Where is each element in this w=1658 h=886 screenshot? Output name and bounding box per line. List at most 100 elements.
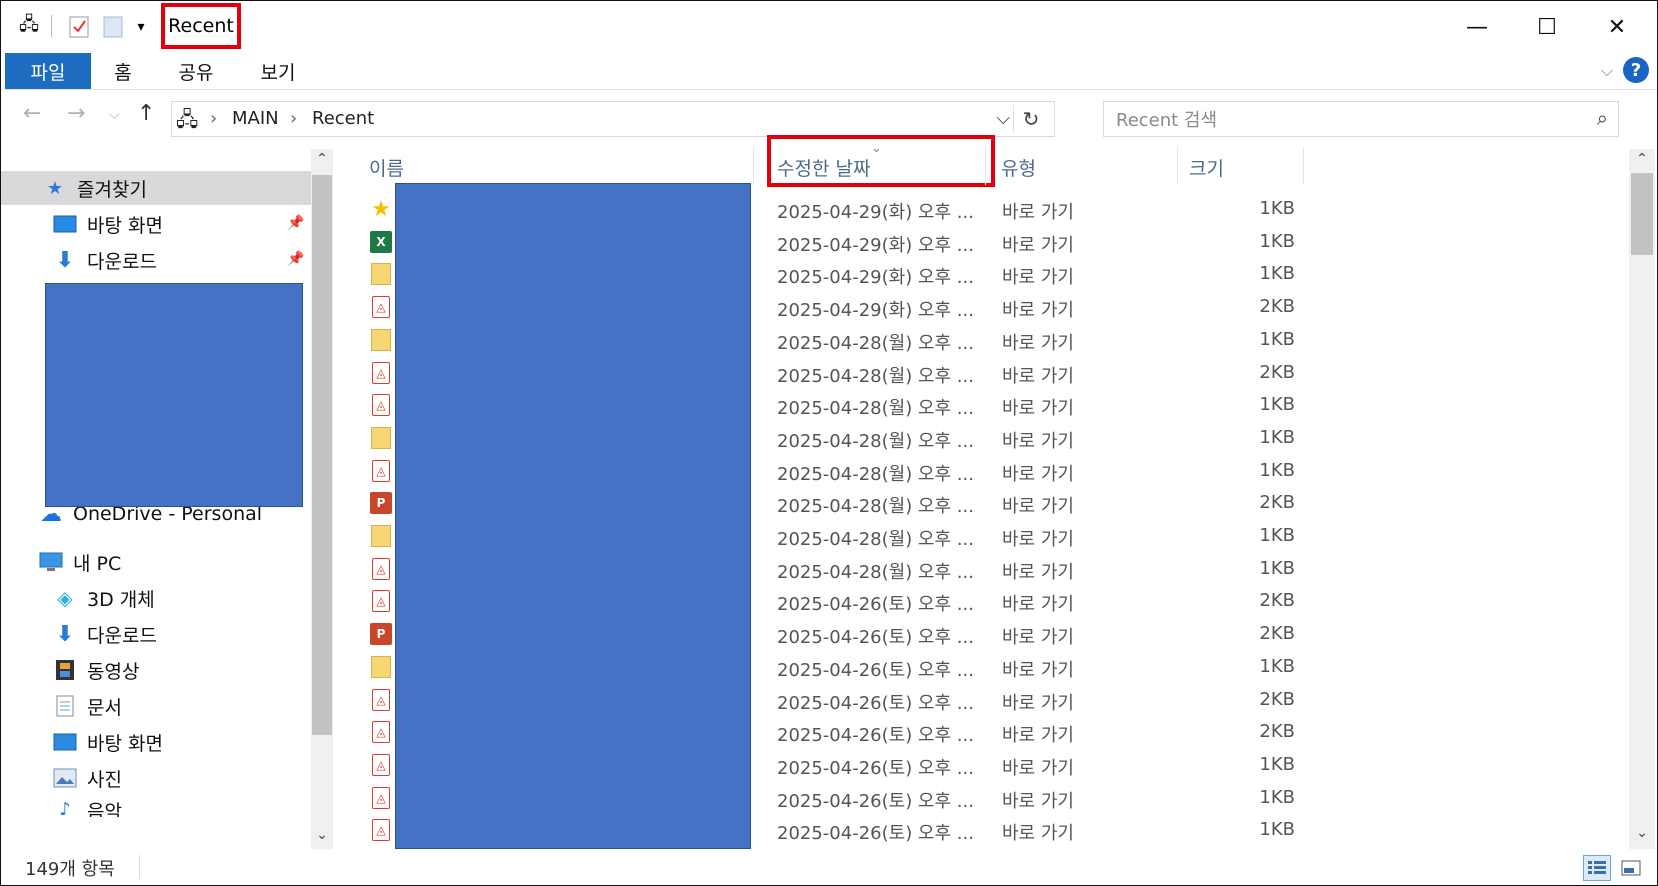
file-date: 2025-04-26(토) 오후 ... (777, 823, 974, 845)
expand-ribbon-icon[interactable]: ⌵ (1601, 61, 1613, 81)
file-date: 2025-04-26(토) 오후 ... (777, 594, 974, 616)
file-size: 1KB (1259, 328, 1295, 350)
file-size: 1KB (1259, 655, 1295, 677)
nav-downloads[interactable]: ⬇ 다운로드 (1, 617, 157, 651)
tab-share[interactable]: 공유 (171, 53, 221, 89)
file-date: 2025-04-29(화) 오후 ... (777, 300, 974, 322)
file-size: 1KB (1259, 557, 1295, 579)
network-drive-icon[interactable]: 🖧 (17, 14, 41, 39)
search-input[interactable] (1114, 106, 1558, 134)
nav-pictures[interactable]: 사진 (1, 761, 122, 795)
file-icon: ◬ (369, 361, 393, 385)
file-date: 2025-04-28(월) 오후 ... (777, 332, 974, 354)
scroll-up-icon[interactable]: ⌃ (311, 151, 333, 167)
help-button[interactable]: ? (1623, 57, 1649, 83)
breadcrumb-recent[interactable]: Recent (312, 108, 374, 129)
nav-desktop[interactable]: 바탕 화면 (1, 725, 163, 759)
file-icon: ◬ (369, 720, 393, 744)
scroll-down-icon[interactable]: ⌄ (311, 827, 333, 843)
refresh-icon[interactable]: ↻ (1013, 105, 1048, 133)
recent-locations-chevron-icon[interactable]: ⌵ (109, 107, 120, 123)
file-type: 바로 가기 (1002, 627, 1074, 649)
film-icon (51, 658, 79, 682)
nav-favorites[interactable]: ★ 즐겨찾기 (1, 171, 311, 205)
folder-icon (371, 525, 391, 547)
scroll-down-icon[interactable]: ⌄ (1629, 825, 1655, 841)
pin-icon[interactable]: 📌 (287, 251, 304, 267)
file-date: 2025-04-26(토) 오후 ... (777, 659, 974, 681)
new-folder-icon[interactable] (101, 15, 125, 39)
scrollbar-thumb[interactable] (312, 175, 332, 735)
tab-home[interactable]: 홈 (101, 53, 145, 89)
file-icon: ◬ (369, 295, 393, 319)
search-box[interactable]: ⌕ (1103, 101, 1619, 137)
breadcrumb-separator-icon[interactable]: › (290, 108, 297, 129)
nav-3d-objects[interactable]: ◈ 3D 개체 (1, 581, 155, 615)
ribbon-tabs: 파일 홈 공유 보기 ⌵ ? (1, 53, 1657, 90)
customize-qat-icon[interactable]: ▾ (129, 15, 153, 39)
pin-icon[interactable]: 📌 (287, 215, 304, 231)
file-date: 2025-04-28(월) 오후 ... (777, 463, 974, 485)
file-size: 1KB (1259, 198, 1295, 219)
download-arrow-icon: ⬇ (55, 247, 75, 273)
nav-desktop-pinned[interactable]: 바탕 화면 (1, 207, 163, 241)
column-divider[interactable] (1177, 147, 1178, 185)
tab-file[interactable]: 파일 (5, 53, 91, 89)
nav-music[interactable]: ♪ 음악 (1, 797, 122, 818)
file-date: 2025-04-26(토) 오후 ... (777, 692, 974, 714)
file-date: 2025-04-28(월) 오후 ... (777, 365, 974, 387)
nav-downloads-pinned[interactable]: ⬇ 다운로드 (1, 243, 157, 277)
download-arrow-icon: ⬇ (55, 621, 75, 647)
file-type: 바로 가기 (1002, 332, 1074, 354)
column-divider[interactable] (985, 147, 986, 185)
file-size: 2KB (1259, 361, 1295, 383)
file-size: 2KB (1259, 492, 1295, 514)
address-bar[interactable]: 🖧 › MAIN › Recent ⌵ ↻ (171, 101, 1055, 137)
properties-icon[interactable] (67, 15, 91, 39)
file-date: 2025-04-28(월) 오후 ... (777, 561, 974, 583)
back-arrow-icon[interactable]: ← (23, 101, 41, 126)
file-type: 바로 가기 (1002, 757, 1074, 779)
details-view-icon[interactable] (1583, 855, 1611, 881)
pdf-file-icon: ◬ (372, 557, 390, 580)
file-type: 바로 가기 (1002, 790, 1074, 812)
folder-icon (371, 655, 391, 678)
nav-label: 3D 개체 (87, 588, 155, 611)
file-date: 2025-04-29(화) 오후 ... (777, 202, 974, 223)
large-icons-view-icon[interactable] (1617, 855, 1645, 881)
column-header-name[interactable]: 이름 (369, 149, 404, 185)
nav-this-pc[interactable]: 내 PC (1, 545, 121, 579)
scrollbar-thumb[interactable] (1631, 173, 1653, 255)
address-dropdown-icon[interactable]: ⌵ (996, 108, 1010, 129)
pdf-file-icon: ◬ (372, 361, 390, 384)
nav-label: 바탕 화면 (87, 214, 163, 237)
up-arrow-icon[interactable]: ↑ (137, 101, 155, 126)
pdf-file-icon: ◬ (372, 394, 390, 417)
nav-pane-scrollbar[interactable]: ⌃ ⌄ (311, 149, 333, 849)
file-size: 1KB (1259, 819, 1295, 841)
nav-documents[interactable]: 문서 (1, 689, 122, 723)
file-icon: ◬ (369, 459, 393, 483)
breadcrumb-separator-icon[interactable]: › (210, 108, 217, 129)
column-divider[interactable] (753, 147, 754, 185)
file-date: 2025-04-29(화) 오후 ... (777, 234, 974, 256)
column-header-type[interactable]: 유형 (1001, 149, 1036, 185)
minimize-button[interactable]: — (1451, 9, 1503, 45)
column-header-size[interactable]: 크기 (1189, 149, 1224, 185)
nav-videos[interactable]: 동영상 (1, 653, 139, 687)
close-button[interactable]: ✕ (1591, 9, 1643, 45)
file-icon (369, 262, 393, 286)
nav-label: 사진 (87, 768, 122, 791)
scroll-up-icon[interactable]: ⌃ (1629, 151, 1655, 167)
status-bar: 149개 항목 (1, 849, 1657, 885)
file-list-scrollbar[interactable]: ⌃ ⌄ (1629, 149, 1655, 849)
powerpoint-file-icon: P (370, 623, 392, 646)
forward-arrow-icon[interactable]: → (67, 101, 85, 126)
file-date: 2025-04-29(화) 오후 ... (777, 267, 974, 289)
maximize-button[interactable]: ☐ (1521, 9, 1573, 45)
column-divider[interactable] (1303, 147, 1304, 185)
tab-view[interactable]: 보기 (253, 53, 303, 89)
search-icon[interactable]: ⌕ (1597, 106, 1608, 130)
file-type: 바로 가기 (1002, 398, 1074, 420)
breadcrumb-main[interactable]: MAIN (232, 108, 279, 129)
